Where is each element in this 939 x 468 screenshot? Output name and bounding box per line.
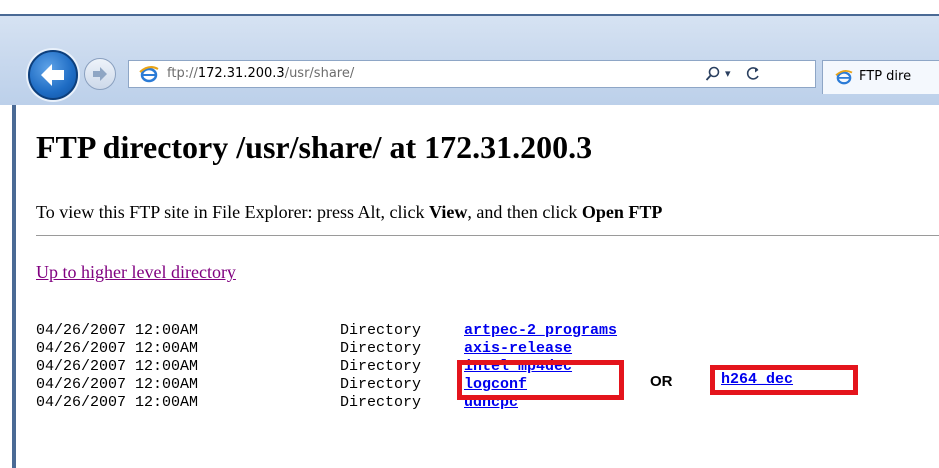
arrow-right-icon — [93, 67, 107, 81]
page-title: FTP directory /usr/share/ at 172.31.200.… — [36, 129, 593, 165]
entry-type: Directory — [340, 358, 422, 375]
window-frame-edge — [0, 14, 939, 16]
window-top-strip — [0, 0, 939, 14]
instructions-middle: , and then click — [467, 202, 582, 222]
divider — [36, 235, 939, 236]
forward-button[interactable] — [84, 58, 116, 90]
address-scheme: ftp:// — [167, 66, 198, 81]
explorer-instructions: To view this FTP site in File Explorer: … — [36, 202, 662, 223]
page-content: FTP directory /usr/share/ at 172.31.200.… — [16, 105, 939, 468]
entry-type: Directory — [340, 340, 422, 357]
instructions-open-ftp: Open FTP — [581, 202, 663, 222]
refresh-icon[interactable] — [745, 66, 761, 82]
browser-chrome: ftp://172.31.200.3/usr/share/ ▾ FTP dire — [0, 0, 939, 105]
instructions-view: View — [429, 202, 468, 222]
search-dropdown-icon[interactable]: ▾ — [725, 67, 731, 80]
tab-ftp-directory[interactable]: FTP dire — [822, 60, 939, 94]
instructions-text: To view this FTP site in File Explorer: … — [36, 202, 430, 222]
address-controls: ▾ — [697, 60, 817, 88]
ie-page-icon — [139, 66, 159, 83]
entry-date: 04/26/2007 12:00AM — [36, 340, 199, 357]
back-button[interactable] — [28, 50, 78, 100]
arrow-left-icon — [41, 64, 64, 86]
address-url[interactable]: ftp://172.31.200.3/usr/share/ — [167, 66, 354, 81]
entry-date: 04/26/2007 12:00AM — [36, 358, 199, 375]
entry-type: Directory — [340, 322, 422, 339]
entry-type: Directory — [340, 394, 422, 411]
entry-date: 04/26/2007 12:00AM — [36, 394, 199, 411]
ie-tab-icon — [835, 69, 853, 85]
or-label: OR — [650, 373, 673, 390]
address-host: 172.31.200.3 — [197, 66, 285, 81]
directory-link[interactable]: artpec-2_programs — [464, 322, 617, 340]
entry-date: 04/26/2007 12:00AM — [36, 376, 199, 393]
address-path: /usr/share/ — [284, 66, 355, 81]
up-directory-link[interactable]: Up to higher level directory — [36, 262, 236, 283]
entry-type: Directory — [340, 376, 422, 393]
search-icon[interactable] — [705, 66, 721, 82]
highlight-box-intel — [457, 360, 624, 400]
tab-label: FTP dire — [859, 69, 912, 84]
h264-dec-label: h264_dec — [721, 371, 794, 388]
entry-date: 04/26/2007 12:00AM — [36, 322, 199, 339]
directory-link[interactable]: axis-release — [464, 340, 572, 358]
